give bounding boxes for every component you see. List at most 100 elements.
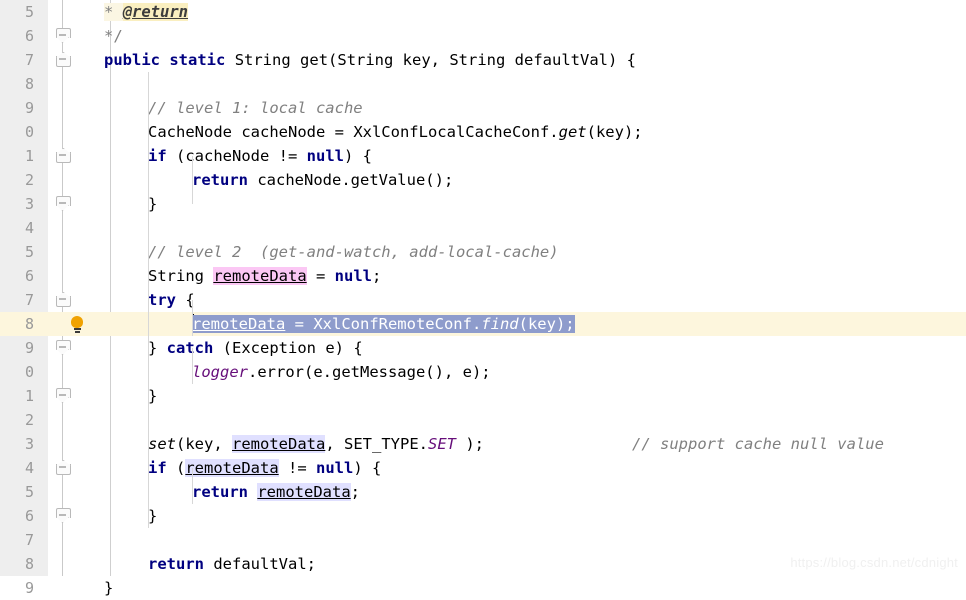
trailing-comment: // support cache null value — [632, 432, 884, 456]
fold-marker-collapse[interactable] — [55, 148, 71, 163]
line-number: 1 — [24, 147, 34, 165]
keyword-null: null — [316, 459, 354, 477]
editor-line[interactable]: 0 logger.error(e.getMessage(), e); — [0, 360, 966, 384]
line-content[interactable]: return cacheNode.getValue(); — [192, 168, 453, 192]
line-content[interactable]: try { — [148, 288, 195, 312]
editor-line[interactable]: 8 — [0, 72, 966, 96]
editor-line[interactable]: 6 } — [0, 504, 966, 528]
var-remotedata-read: remoteData — [257, 483, 351, 501]
editor-line[interactable]: 1 } — [0, 384, 966, 408]
fold-marker-open[interactable] — [55, 340, 71, 355]
line-number: 7 — [24, 51, 34, 69]
set-args-open: (key, — [176, 435, 232, 453]
line-number: 6 — [24, 507, 34, 525]
editor-line[interactable]: 4 — [0, 216, 966, 240]
editor-line[interactable]: 3 set(key, remoteData, SET_TYPE.SET ); /… — [0, 432, 966, 456]
lightbulb-intention-icon[interactable] — [70, 316, 85, 334]
semicolon: ; — [350, 483, 361, 501]
type-string: String — [148, 267, 214, 285]
line-content[interactable]: } — [148, 192, 157, 216]
editor-line[interactable]: 5 * @return — [0, 0, 966, 24]
line-content[interactable]: public static String get(String key, Str… — [104, 48, 636, 72]
keyword-static: static — [169, 51, 226, 69]
field-logger: logger — [192, 363, 248, 381]
indent-guide — [192, 156, 193, 204]
line-number: 1 — [24, 387, 34, 405]
var-remotedata-read: remoteData — [232, 435, 326, 453]
line-content[interactable]: } catch (Exception e) { — [148, 336, 363, 360]
editor-line[interactable]: 9 } catch (Exception e) { — [0, 336, 966, 360]
brace-close: } — [148, 195, 158, 213]
editor-line[interactable]: 7 public static String get(String key, S… — [0, 48, 966, 72]
if-condition-cachenode: (cacheNode != — [166, 147, 307, 165]
line-content[interactable]: * @return — [104, 0, 189, 24]
keyword-return: return — [192, 171, 248, 189]
catch-params: (Exception e) { — [213, 339, 363, 357]
doc-highlight-band: * @return — [104, 3, 189, 21]
arg-key: (key); — [518, 315, 575, 333]
keyword-null: null — [306, 147, 344, 165]
fold-marker-open[interactable] — [55, 508, 71, 523]
set-args-close: ); — [455, 435, 484, 453]
keyword-public: public — [104, 51, 160, 69]
line-number: 3 — [24, 435, 34, 453]
editor-line[interactable]: 2 return cacheNode.getValue(); — [0, 168, 966, 192]
code-editor[interactable]: 5 * @return 6 */ 7 public static String … — [0, 0, 966, 597]
line-content[interactable]: String remoteData = null; — [148, 264, 381, 288]
paren-open: ( — [166, 459, 186, 477]
editor-line[interactable]: 3 } — [0, 192, 966, 216]
line-content[interactable]: logger.error(e.getMessage(), e); — [192, 360, 491, 384]
editor-line-current[interactable]: 8 remoteData = XxlConfRemoteConf.find(ke… — [0, 312, 966, 336]
line-content[interactable]: // level 2 (get-and-watch, add-local-cac… — [148, 240, 559, 264]
fold-marker-open[interactable] — [55, 388, 71, 403]
editor-line[interactable]: 9 } — [0, 576, 966, 600]
editor-line[interactable]: 0 CacheNode cacheNode = XxlConfLocalCach… — [0, 120, 966, 144]
indent-guide — [192, 468, 193, 504]
var-cachenode-assign: cacheNode = XxlConfLocalCacheConf. — [232, 123, 559, 141]
var-remotedata-selected: remoteData — [192, 315, 286, 333]
line-content[interactable]: if (remoteData != null) { — [148, 456, 381, 480]
line-number: 0 — [24, 123, 34, 141]
editor-line[interactable]: 2 — [0, 408, 966, 432]
indent-guide — [192, 348, 193, 384]
line-content[interactable]: remoteData = XxlConfRemoteConf.find(key)… — [192, 312, 575, 336]
editor-line[interactable]: 1 if (cacheNode != null) { — [0, 144, 966, 168]
keyword-null: null — [334, 267, 372, 285]
line-content[interactable]: if (cacheNode != null) { — [148, 144, 372, 168]
editor-line[interactable]: 7 try { — [0, 288, 966, 312]
line-number: 2 — [24, 411, 34, 429]
fold-marker-open[interactable] — [55, 196, 71, 211]
assign-op: = — [306, 267, 335, 285]
static-method-find: find — [481, 315, 519, 333]
line-content[interactable]: return defaultVal; — [148, 552, 316, 576]
fold-marker-collapse[interactable] — [55, 460, 71, 475]
line-content[interactable]: */ — [104, 24, 123, 48]
brace-open: ) { — [353, 459, 382, 477]
line-number: 6 — [24, 267, 34, 285]
fold-marker-open[interactable] — [55, 28, 71, 43]
line-content[interactable]: // level 1: local cache — [148, 96, 363, 120]
line-content[interactable]: CacheNode cacheNode = XxlConfLocalCacheC… — [148, 120, 643, 144]
line-content[interactable]: } — [148, 504, 157, 528]
line-number: 5 — [24, 3, 34, 21]
line-content[interactable]: } — [148, 384, 157, 408]
editor-line[interactable]: 4 if (remoteData != null) { — [0, 456, 966, 480]
arg-key: (key); — [586, 123, 643, 141]
editor-line[interactable]: 6 */ — [0, 24, 966, 48]
brace-close: } — [148, 339, 167, 357]
line-content[interactable]: return remoteData; — [192, 480, 360, 504]
line-content[interactable]: set(key, remoteData, SET_TYPE.SET ); — [148, 432, 484, 456]
keyword-return: return — [148, 555, 204, 573]
selected-text[interactable]: remoteData = XxlConfRemoteConf.find(key)… — [192, 315, 575, 333]
editor-line[interactable]: 5 return remoteData; — [0, 480, 966, 504]
editor-line[interactable]: 7 — [0, 528, 966, 552]
fold-marker-collapse[interactable] — [55, 292, 71, 307]
line-number: 7 — [24, 291, 34, 309]
editor-line[interactable]: 9 // level 1: local cache — [0, 96, 966, 120]
editor-line[interactable]: 5 // level 2 (get-and-watch, add-local-c… — [0, 240, 966, 264]
line-content[interactable]: } — [104, 576, 113, 600]
fold-marker-collapse[interactable] — [55, 52, 71, 67]
editor-line[interactable]: 6 String remoteData = null; — [0, 264, 966, 288]
comment-level-1: // level 1: local cache — [148, 99, 363, 117]
line-number: 8 — [24, 75, 34, 93]
